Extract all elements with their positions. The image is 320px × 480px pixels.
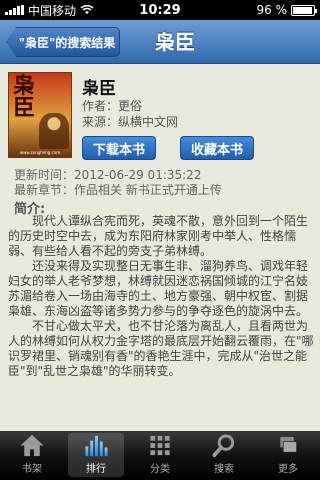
intro-paragraph: 现代人谭纵合宪而死，英魂不散，意外回到一个陌生的历史时空中去，成为东阳府林家刚考… xyxy=(8,214,309,258)
tab-bar: 书架 排行 分类 搜索 更多 xyxy=(0,431,320,480)
battery-percent: 96 % xyxy=(256,3,288,17)
tab-bookshelf[interactable]: 书架 xyxy=(0,431,64,480)
tab-ranking[interactable]: 排行 xyxy=(64,431,128,480)
search-icon xyxy=(212,434,235,458)
tab-label: 更多 xyxy=(278,464,298,475)
book-author: 作者：更俗 xyxy=(82,99,143,113)
tab-label: 分类 xyxy=(150,464,170,475)
house-icon xyxy=(20,434,44,457)
download-button[interactable]: 下载本书 xyxy=(82,136,156,160)
status-left: 中国移动 xyxy=(5,2,94,19)
book-title: 枭臣 xyxy=(82,79,116,99)
tab-label: 书架 xyxy=(22,464,42,475)
nav-bar: "枭臣"的搜索结果 枭臣 xyxy=(0,20,320,64)
tab-bookshelf-inner: 书架 xyxy=(4,433,60,477)
carrier-label: 中国移动 xyxy=(28,3,77,18)
tab-search-inner: 搜索 xyxy=(196,433,252,477)
latest-chapter: 最新章节：作品相关 新书正式开通上传 xyxy=(14,183,222,197)
signal-icon xyxy=(5,5,24,15)
tab-category-inner: 分类 xyxy=(132,433,188,477)
book-cover: 枭臣 www.zongheng.com xyxy=(8,72,72,158)
grid-icon xyxy=(150,435,170,456)
wifi-icon xyxy=(80,5,94,14)
status-bar: 中国移动 10:29 96 % xyxy=(0,0,320,20)
intro-paragraph: 还没来得及实现整日无事生非、溜狗养鸟、调戏年轻妇女的举人老爷梦想，林缚就因迷恋祸… xyxy=(8,259,309,318)
cover-title: 枭臣 xyxy=(13,73,36,121)
tab-label: 排行 xyxy=(86,464,106,475)
battery-fill xyxy=(293,6,313,14)
tab-category[interactable]: 分类 xyxy=(128,431,192,480)
tab-search[interactable]: 搜索 xyxy=(192,431,256,480)
more-icon xyxy=(280,436,298,453)
bar-chart-icon xyxy=(85,435,108,457)
page-title: 枭臣 xyxy=(155,30,195,54)
intro-text: 现代人谭纵合宪而死，英魂不散，意外回到一个陌生的历史时空中去，成为东阳府林家刚考… xyxy=(8,214,314,379)
favorite-button[interactable]: 收藏本书 xyxy=(180,136,254,160)
book-source: 来源：纵横中文网 xyxy=(82,115,179,129)
tab-more[interactable]: 更多 xyxy=(256,431,320,480)
battery-icon xyxy=(291,4,317,16)
tab-more-inner: 更多 xyxy=(260,433,316,477)
back-button[interactable]: "枭臣"的搜索结果 xyxy=(6,27,120,57)
intro-paragraph: 不甘心做太平犬，也不甘沦落为离乱人，且看两世为人的林缚如何从权力金字塔的最底层开… xyxy=(8,319,314,378)
status-right: 96 % xyxy=(256,3,317,17)
cover-figure xyxy=(39,113,69,149)
tab-label: 搜索 xyxy=(214,464,234,475)
tab-ranking-inner: 排行 xyxy=(68,433,124,477)
cover-url: www.zongheng.com xyxy=(19,150,61,155)
